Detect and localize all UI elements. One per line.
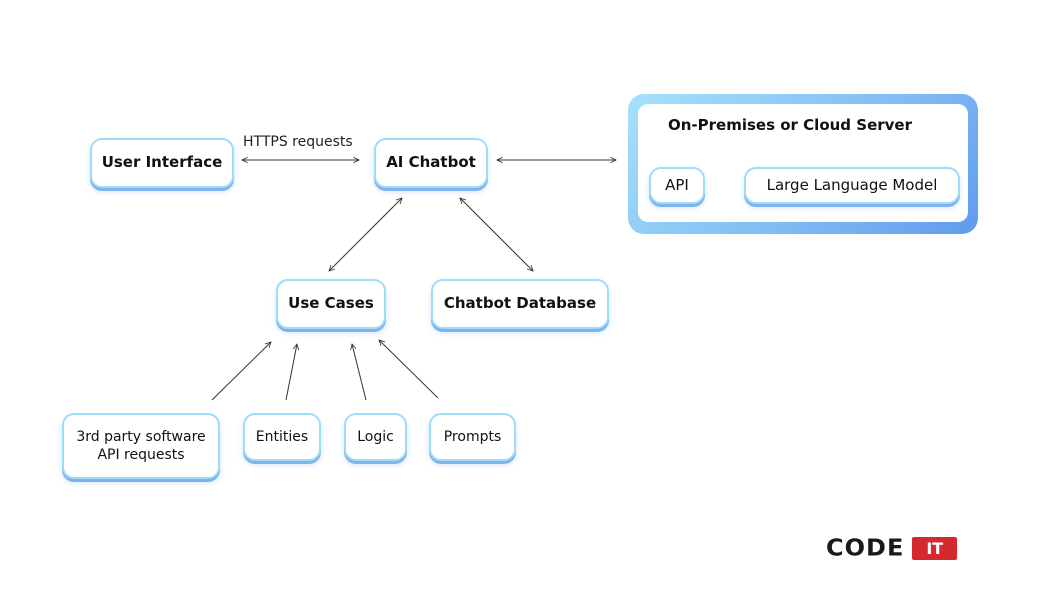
- logo-it-badge: IT: [912, 536, 958, 560]
- edge-entities-usecases: [285, 344, 297, 401]
- server-container[interactable]: On-Premises or Cloud Server: [628, 94, 978, 234]
- node-prompts[interactable]: Prompts: [429, 413, 516, 461]
- node-logic[interactable]: Logic: [344, 413, 407, 461]
- node-third-party-api[interactable]: 3rd party software API requests: [62, 413, 220, 479]
- node-llm[interactable]: Large Language Model: [744, 167, 960, 204]
- edge-prompts-usecases: [379, 340, 439, 399]
- edge-chatbot-usecases: [329, 198, 402, 271]
- edge-logic-usecases: [352, 344, 367, 401]
- logo-code-text: CODE: [826, 534, 905, 562]
- edge-thirdparty-usecases: [211, 342, 271, 401]
- edge-label-https: HTTPS requests: [243, 134, 353, 150]
- codeit-logo: CODE IT: [826, 534, 958, 562]
- node-ai-chatbot[interactable]: AI Chatbot: [374, 138, 488, 188]
- node-entities[interactable]: Entities: [243, 413, 321, 461]
- edge-chatbot-database: [460, 198, 533, 271]
- node-user-interface[interactable]: User Interface: [90, 138, 234, 188]
- server-title: On-Premises or Cloud Server: [668, 116, 912, 134]
- node-use-cases[interactable]: Use Cases: [276, 279, 386, 329]
- node-api[interactable]: API: [649, 167, 705, 204]
- node-chatbot-database[interactable]: Chatbot Database: [431, 279, 609, 329]
